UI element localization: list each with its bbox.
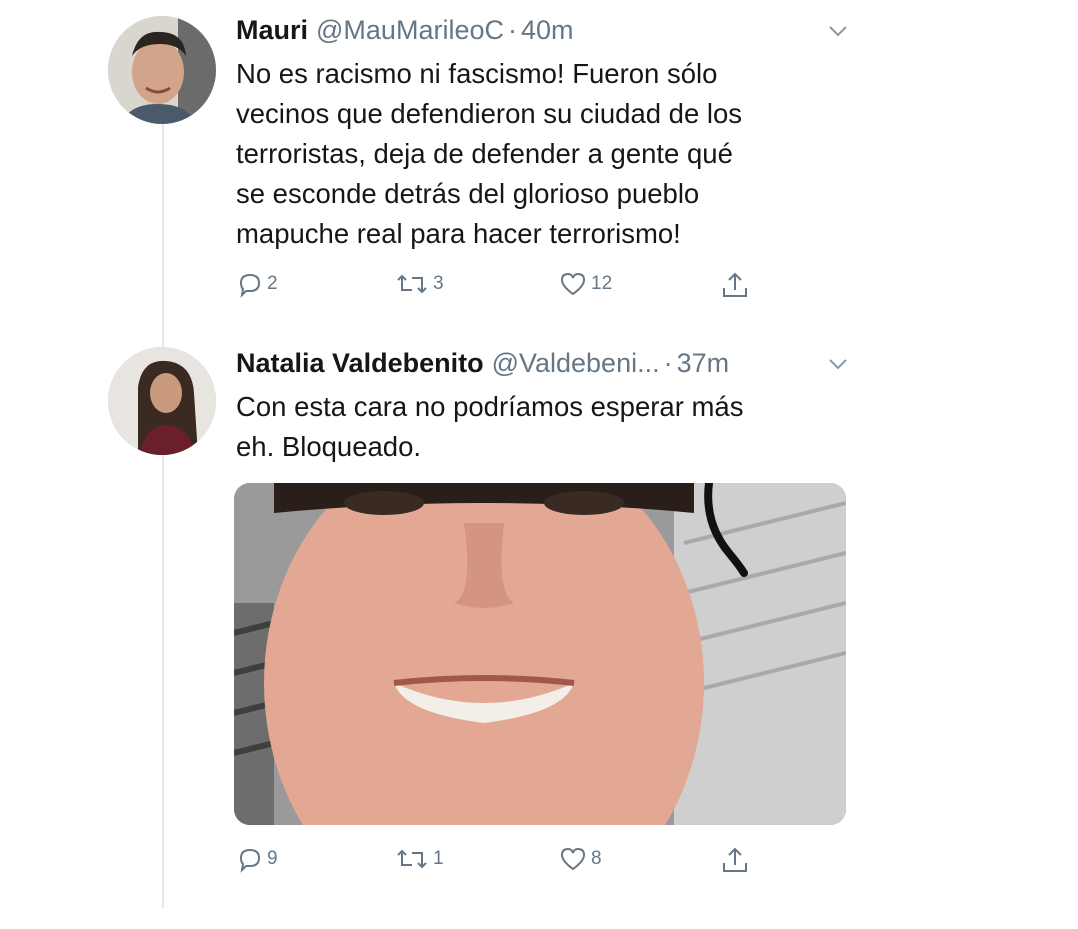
timestamp[interactable]: 40m xyxy=(521,15,574,46)
like-button[interactable]: 12 xyxy=(558,270,612,298)
reply-icon xyxy=(239,848,261,873)
heart-icon xyxy=(560,847,586,871)
separator-dot: · xyxy=(507,14,517,45)
tweet-text: Con esta cara no podríamos esperar más e… xyxy=(236,391,744,462)
like-button[interactable]: 8 xyxy=(558,845,602,873)
retweet-count: 1 xyxy=(433,848,444,869)
tweet-header: Mauri @MauMarileoC · 40m xyxy=(236,12,868,48)
retweet-button[interactable]: 3 xyxy=(394,270,444,298)
tweet-actions: 9 1 8 xyxy=(236,845,796,879)
timestamp[interactable]: 37m xyxy=(677,348,730,379)
chevron-down-icon[interactable] xyxy=(828,24,848,38)
reply-icon xyxy=(239,273,261,298)
avatar[interactable] xyxy=(108,16,216,124)
reply-count: 2 xyxy=(267,273,278,294)
retweet-count: 3 xyxy=(433,273,444,294)
retweet-button[interactable]: 1 xyxy=(394,845,444,873)
avatar[interactable] xyxy=(108,347,216,455)
heart-icon xyxy=(560,272,586,296)
author-handle[interactable]: @Valdebeni... xyxy=(492,348,660,379)
chevron-down-icon[interactable] xyxy=(828,357,848,371)
tweet-actions: 2 3 12 xyxy=(236,270,796,304)
tweet-text: No es racismo ni fascismo! Fueron sólo v… xyxy=(236,58,743,249)
share-button[interactable] xyxy=(720,270,750,300)
thread-connector-line xyxy=(162,118,164,908)
retweet-icon xyxy=(397,849,427,869)
like-count: 12 xyxy=(591,273,613,294)
reply-button[interactable]: 9 xyxy=(236,845,278,873)
share-icon xyxy=(723,847,747,872)
retweet-icon xyxy=(397,274,427,294)
share-button[interactable] xyxy=(720,845,750,875)
like-count: 8 xyxy=(591,848,602,869)
author-name[interactable]: Natalia Valdebenito xyxy=(236,348,484,379)
tweet-header: Natalia Valdebenito @Valdebeni... · 37m xyxy=(236,345,868,381)
reply-count: 9 xyxy=(267,848,278,869)
reply-button[interactable]: 2 xyxy=(236,270,278,298)
share-icon xyxy=(723,272,747,297)
author-handle[interactable]: @MauMarileoC xyxy=(316,15,504,46)
tweet-media-photo[interactable] xyxy=(234,483,846,825)
separator-dot: · xyxy=(663,347,673,378)
author-name[interactable]: Mauri xyxy=(236,15,308,46)
